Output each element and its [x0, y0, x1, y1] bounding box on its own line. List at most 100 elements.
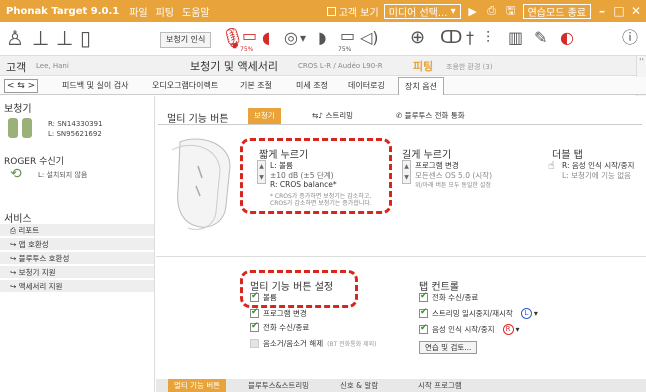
program-change-checkbox[interactable]	[250, 307, 259, 318]
crosshair-icon[interactable]: ⊕	[410, 28, 425, 48]
navigation-arrows[interactable]: < ⇆ >	[4, 79, 38, 93]
practice-review-button[interactable]: 연습 및 검토...	[419, 341, 478, 354]
setting-program-change[interactable]: 프로그램 변경	[250, 307, 307, 319]
tab-device-options[interactable]: 장치 옵션	[398, 77, 444, 95]
multi-function-label: 멀티 기능 버튼	[167, 114, 229, 125]
hearing-aid-icon	[8, 118, 38, 138]
settings-dial-icon[interactable]: ◎	[284, 28, 298, 48]
highlight-settings	[240, 270, 358, 308]
chevron-down-icon: ▾	[533, 309, 538, 318]
ear-right-icon[interactable]: ◗	[318, 28, 326, 48]
battery-right-level: 75%	[338, 46, 352, 53]
bottom-tab-multi-function[interactable]: 멀티 기능 버튼	[168, 379, 227, 392]
ear-icon[interactable]: ◖	[262, 28, 270, 48]
bottom-tab-bluetooth-streaming[interactable]: 블루투스&스트리밍	[242, 379, 315, 392]
fitting-label: 피팅	[413, 60, 434, 73]
tap-voice-checkbox[interactable]	[419, 323, 428, 334]
tab-datalogging[interactable]: 데이터로깅	[348, 80, 385, 91]
info-icon[interactable]: ⓘ	[622, 28, 638, 48]
practice-mode-end-label: 연습모드 종료	[527, 7, 586, 19]
tap-phone-call[interactable]: 전화 수신/종료	[419, 291, 478, 303]
roger-status: L: 설치되지 않음	[38, 171, 88, 179]
menu-bar: 파일 피팅 도움말	[129, 4, 209, 19]
service-item-accessory-support[interactable]: ↪ 액세서리 지원	[0, 280, 154, 293]
sound-icon[interactable]: ◁)	[360, 28, 379, 48]
audiogram-icon[interactable]: ⊥	[32, 28, 49, 48]
app-title: Phonak Target 9.0.1	[6, 5, 120, 17]
practice-mode-end-button[interactable]: 연습모드 종료	[522, 3, 591, 19]
battery-left-level: 75%	[240, 46, 254, 53]
chevron-down-icon: ▾	[447, 5, 456, 17]
phone-icon: ✆	[396, 111, 405, 120]
bar-chart-icon[interactable]: ▥	[508, 28, 523, 48]
save-icon[interactable]: 🖫	[504, 2, 518, 21]
document-icon[interactable]: ▯	[80, 28, 91, 48]
bottom-tab-signals-alarms[interactable]: 신호 & 알람	[334, 379, 384, 392]
right-side-badge: R	[502, 324, 514, 335]
double-tap-left: L: 보청기에 기능 없음	[562, 171, 632, 180]
icon-toolbar: ♙ ⊥ ⊥ ▯ 보청기 인식 🎙 ▭ 75% ◖ ◎ ▾ ◗ ▭ 75% ◁) …	[0, 22, 646, 56]
fitting-subtitle: 조용한 환경 (3)	[446, 63, 493, 71]
ear-test-icon[interactable]: ↀ	[440, 28, 462, 48]
section-header-row: 고객 Lee, Hani 보청기 및 액세서리 CROS L-R / Audéo…	[0, 56, 646, 76]
mute-checkbox[interactable]	[250, 339, 259, 348]
setting-mute[interactable]: 음소거/음소거 해제 (BT 전화통화 제외)	[250, 338, 377, 349]
bottom-tab-startup-program[interactable]: 시작 프로그램	[412, 379, 468, 392]
tap-streaming-checkbox[interactable]	[419, 307, 428, 318]
subtab-hearing-aid[interactable]: 보청기	[248, 108, 281, 124]
hearing-aid-illustration	[171, 138, 231, 230]
client-view-checkbox[interactable]	[326, 6, 336, 16]
tap-streaming-side-dropdown[interactable]: L ▾	[520, 308, 538, 319]
link-icon: ↪	[10, 240, 19, 249]
menu-fitting[interactable]: 피팅	[156, 4, 174, 19]
ear-check-icon[interactable]: ◐	[560, 28, 574, 48]
close-button[interactable]: ✕	[630, 4, 642, 18]
client-view-toggle[interactable]: 고객 보기	[326, 4, 379, 19]
left-side-badge: L	[520, 308, 532, 319]
double-tap-title: 더블 탭	[552, 150, 583, 161]
main-tab-bar: < ⇆ > 피드백 및 실이 검사 오디오그램다이렉트 기본 조절 미세 조정 …	[0, 77, 646, 95]
setting-phone-call[interactable]: 전화 수신/종료	[250, 321, 309, 333]
title-bar: Phonak Target 9.0.1 파일 피팅 도움말 고객 보기 미디어 …	[0, 0, 646, 22]
left-sidebar: 보청기 R: SN14330391 L: SN95621692 ROGER 수신…	[0, 96, 155, 392]
link-icon: ↪	[10, 282, 19, 291]
highlight-short-press	[240, 138, 392, 214]
tap-streaming-pause[interactable]: 스트리밍 일시중지/재시작 L ▾	[419, 307, 538, 319]
service-item-bluetooth-compat[interactable]: ↪ 블루투스 호환성	[0, 252, 154, 265]
minimize-button[interactable]: –	[596, 4, 608, 18]
menu-file[interactable]: 파일	[129, 4, 147, 19]
link-icon: ↪	[10, 254, 19, 263]
service-item-hi-support[interactable]: ↪ 보청기 지원	[0, 266, 154, 279]
chevron-down-icon[interactable]: ▾	[300, 28, 306, 48]
menu-help[interactable]: 도움말	[182, 4, 210, 19]
hi-connect-button[interactable]: 보청기 인식	[160, 32, 212, 48]
tab-audiogram-direct[interactable]: 오디오그램다이렉트	[152, 80, 218, 91]
hearing-aids-title: 보청기	[4, 104, 32, 115]
tools-icon[interactable]: ✎	[534, 28, 547, 48]
play-icon[interactable]: ▶	[466, 5, 480, 18]
subtab-streaming[interactable]: ⇆♪ 스트리밍	[306, 108, 359, 124]
service-item-app-compat[interactable]: ↪ 앱 호환성	[0, 238, 154, 251]
bottom-tab-bar: 멀티 기능 버튼 블루투스&스트리밍 신호 & 알람 시작 프로그램	[156, 379, 646, 392]
tap-voice-side-dropdown[interactable]: R ▾	[502, 324, 520, 335]
service-item-report[interactable]: ⎙ 리포트	[0, 224, 154, 237]
print-icon[interactable]: ⎙	[485, 4, 499, 18]
phone-call-checkbox[interactable]	[250, 321, 259, 332]
serial-number-left: L: SN95621692	[48, 130, 102, 138]
long-press-note: 위/아래 버튼 모두 동일한 설정	[415, 182, 491, 189]
tab-basic-adjust[interactable]: 기본 조절	[240, 80, 272, 91]
restore-button[interactable]: □	[613, 4, 625, 18]
probe-icon[interactable]: †	[466, 28, 474, 48]
hi-connect-label: 보청기 인식	[166, 35, 206, 44]
tap-phone-call-checkbox[interactable]	[419, 291, 428, 302]
subtab-bluetooth-call[interactable]: ✆ 블루투스 전화 통화	[390, 108, 471, 124]
roger-receiver-icon[interactable]: ⟲	[10, 166, 22, 182]
audiogram-icon-2[interactable]: ⊥	[56, 28, 73, 48]
client-icon[interactable]: ♙	[6, 28, 24, 48]
long-press-arrows[interactable]: ▲ ▼	[402, 160, 411, 184]
tap-voice-assistant[interactable]: 음성 인식 시작/중지 R ▾	[419, 323, 520, 335]
tab-feedback-rem[interactable]: 피드백 및 실이 검사	[62, 80, 129, 91]
equalizer-icon[interactable]: ⫶	[486, 28, 490, 48]
media-select-dropdown[interactable]: 미디어 선택... ▾	[383, 3, 461, 19]
tab-fine-tuning[interactable]: 미세 조정	[296, 80, 328, 91]
